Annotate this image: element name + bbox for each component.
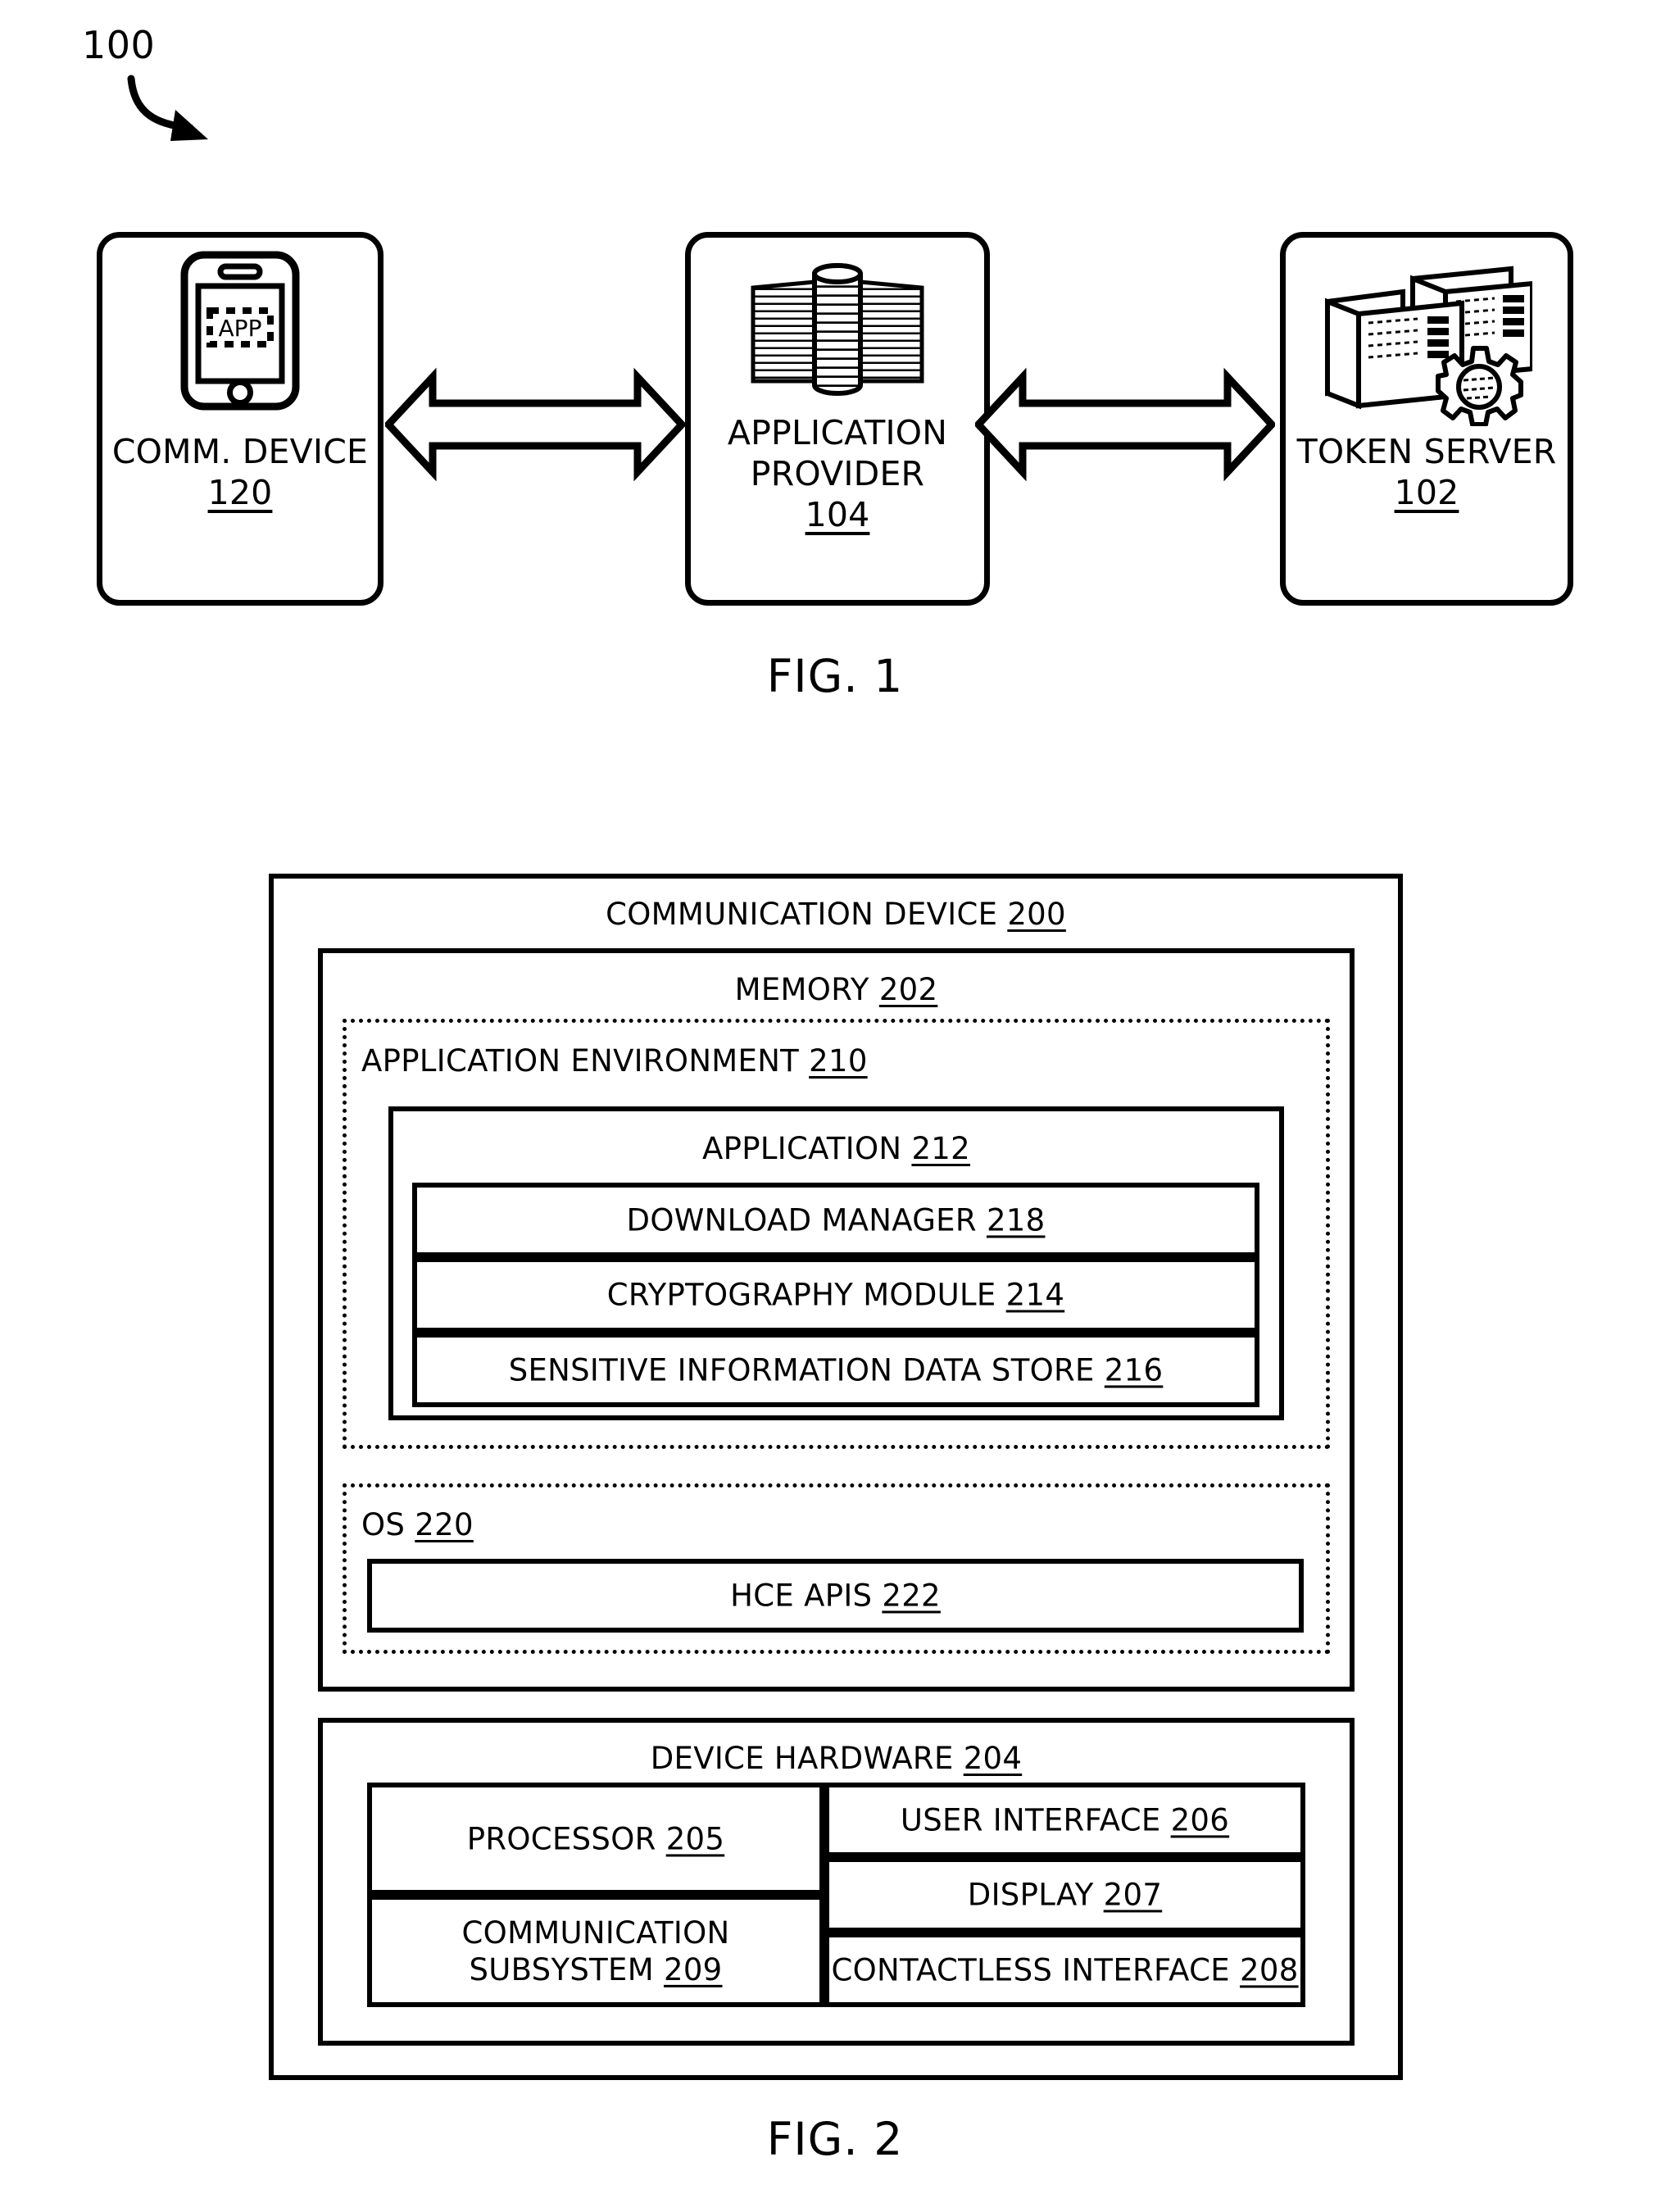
hce-apis-label: HCE APIS 222: [730, 1578, 941, 1614]
application-title: APPLICATION 212: [702, 1131, 970, 1166]
device-hardware-title: DEVICE HARDWARE 204: [650, 1741, 1023, 1776]
communication-subsystem-label: COMMUNICATION SUBSYSTEM 209: [461, 1914, 730, 1987]
os-title: OS 220: [361, 1507, 474, 1542]
user-interface-box[interactable]: USER INTERFACE 206: [824, 1783, 1305, 1857]
download-manager-label: DOWNLOAD MANAGER 218: [626, 1201, 1046, 1238]
communication-subsystem-box[interactable]: COMMUNICATION SUBSYSTEM 209: [367, 1895, 824, 2007]
figure-2-caption: FIG. 2: [766, 2113, 904, 2165]
processor-label: PROCESSOR 205: [466, 1820, 725, 1856]
contactless-interface-box[interactable]: CONTACTLESS INTERFACE 208: [824, 1933, 1305, 2007]
memory-title: MEMORY 202: [734, 972, 938, 1007]
cryptography-module-label: CRYPTOGRAPHY MODULE 214: [606, 1277, 1065, 1313]
contactless-interface-label: CONTACTLESS INTERFACE 208: [831, 1951, 1299, 1987]
communication-device-title: COMMUNICATION DEVICE 200: [606, 897, 1066, 932]
cryptography-module-box[interactable]: CRYPTOGRAPHY MODULE 214: [412, 1257, 1259, 1333]
display-box[interactable]: DISPLAY 207: [824, 1857, 1305, 1933]
sensitive-information-data-store-label: SENSITIVE INFORMATION DATA STORE 216: [508, 1351, 1164, 1388]
user-interface-label: USER INTERFACE 206: [900, 1801, 1230, 1837]
figure-2: COMMUNICATION DEVICE 200 MEMORY 202 APPL…: [0, 0, 1670, 2212]
display-label: DISPLAY 207: [967, 1877, 1163, 1913]
sensitive-information-data-store-box[interactable]: SENSITIVE INFORMATION DATA STORE 216: [412, 1333, 1259, 1407]
processor-box[interactable]: PROCESSOR 205: [367, 1783, 824, 1895]
hce-apis-box[interactable]: HCE APIS 222: [367, 1559, 1304, 1633]
application-environment-title: APPLICATION ENVIRONMENT 210: [361, 1043, 868, 1079]
download-manager-box[interactable]: DOWNLOAD MANAGER 218: [412, 1183, 1259, 1257]
